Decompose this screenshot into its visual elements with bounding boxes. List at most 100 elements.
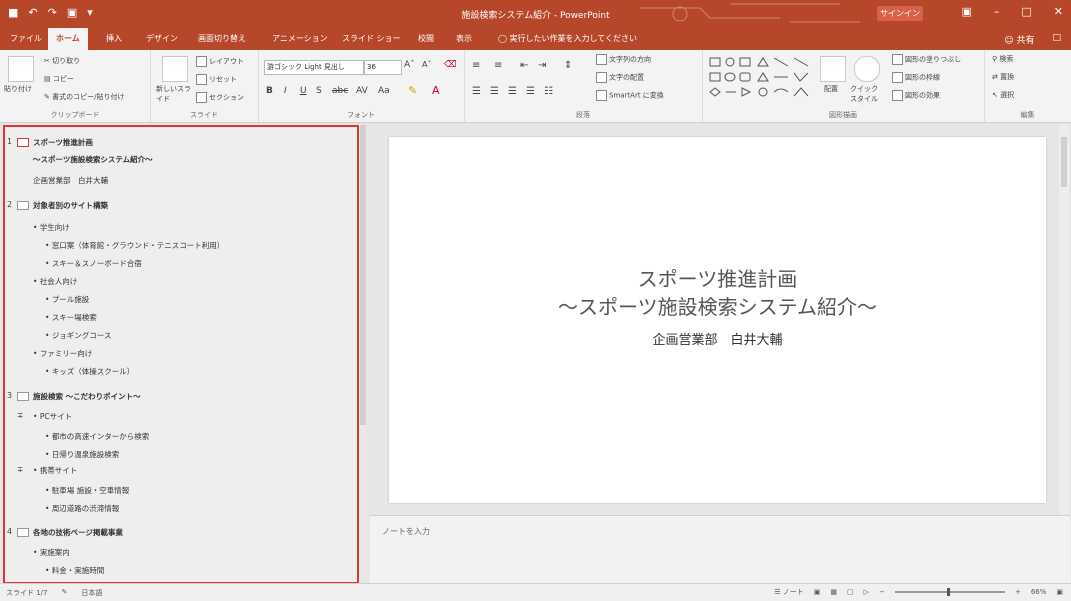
tab-insert[interactable]: 挿入 (106, 33, 122, 44)
replace-button[interactable]: ⇄ 置換 (992, 72, 1014, 82)
tell-me-box[interactable]: ◯ 実行したい作業を入力してください (498, 33, 637, 44)
shadow-icon[interactable]: S (316, 86, 322, 96)
shapes-gallery-icon[interactable] (708, 56, 812, 102)
shape-outline-button[interactable]: 図形の枠線 (892, 72, 940, 83)
arrange-icon[interactable] (820, 56, 846, 82)
outline-item[interactable]: • 料金・実施時間 (45, 565, 104, 576)
zoom-level[interactable]: 66% (1031, 588, 1047, 596)
italic-icon[interactable]: I (284, 86, 287, 96)
minimize-icon[interactable]: – (994, 5, 1000, 18)
change-case-icon[interactable]: Aa (378, 86, 390, 96)
collapse-icon[interactable]: ∓ (17, 411, 23, 420)
select-button[interactable]: ↖ 選択 (992, 90, 1014, 100)
outline-item[interactable]: • 周辺道路の渋滞情報 (45, 503, 119, 514)
justify-icon[interactable]: ☰ (526, 86, 535, 97)
highlight-icon[interactable]: ✎ (408, 84, 417, 97)
maximize-icon[interactable]: □ (1021, 5, 1031, 18)
outline-item[interactable]: スポーツ推進計画 (33, 137, 93, 148)
new-slide-button[interactable]: 新しいスライド (156, 84, 196, 104)
font-color-icon[interactable]: A (432, 84, 440, 97)
arrange-button[interactable]: 配置 (824, 84, 838, 94)
outline-slide-icon[interactable] (17, 201, 29, 210)
outline-item[interactable]: • スキー場検索 (45, 312, 97, 323)
share-button[interactable]: ☺ 共有 (1004, 33, 1034, 46)
outline-item[interactable]: • 駐車場 施設・空車情報 (45, 485, 129, 496)
slide-sorter-icon[interactable]: ▦ (830, 588, 837, 596)
outline-item[interactable]: 施設検索 ～こだわりポイント～ (33, 391, 141, 402)
outline-slide-icon[interactable] (17, 138, 29, 147)
tab-animations[interactable]: アニメーション (272, 33, 328, 44)
close-icon[interactable]: ✕ (1054, 5, 1063, 18)
slide-subtitle[interactable]: 企画営業部 白井大輔 (389, 329, 1046, 348)
reading-view-icon[interactable]: ▢ (847, 588, 854, 596)
align-right-icon[interactable]: ☰ (508, 86, 517, 97)
outline-item[interactable]: • 携帯サイト (33, 465, 77, 476)
tab-slideshow[interactable]: スライド ショー (342, 33, 401, 44)
slide-canvas[interactable]: スポーツ推進計画 ～スポーツ施設検索システム紹介～ 企画営業部 白井大輔 (389, 137, 1046, 503)
notes-toggle[interactable]: ☰ ノート (774, 587, 804, 597)
align-text-button[interactable]: 文字の配置 (596, 72, 644, 83)
spacing-icon[interactable]: AV (356, 86, 368, 96)
language-indicator[interactable]: 日本語 (81, 588, 102, 598)
zoom-out-icon[interactable]: − (879, 588, 885, 596)
increase-indent-icon[interactable]: ⇥ (538, 60, 546, 71)
outline-item[interactable]: • 都市の高速インターから検索 (45, 431, 149, 442)
outline-pane[interactable]: 1 スポーツ推進計画 ～スポーツ施設検索システム紹介～ 企画営業部 白井大輔 2… (3, 125, 359, 584)
outline-scroll-thumb[interactable] (360, 125, 366, 425)
outline-item[interactable]: • 社会人向け (33, 276, 77, 287)
outline-item[interactable]: • 窓口案（体育館・グラウンド・テニスコート利用） (45, 240, 224, 251)
ribbon-display-icon[interactable]: ▣ (961, 5, 971, 18)
outline-item[interactable]: • 学生向け (33, 222, 70, 233)
notes-placeholder[interactable]: ノートを入力 (382, 526, 430, 537)
bullets-icon[interactable]: ≡ (472, 60, 480, 71)
align-center-icon[interactable]: ☰ (490, 86, 499, 97)
layout-button[interactable]: レイアウト (196, 56, 244, 67)
paste-button[interactable]: 貼り付け (4, 84, 32, 94)
grow-font-icon[interactable]: Aˆ (404, 60, 415, 70)
find-button[interactable]: ⚲ 検索 (992, 54, 1013, 64)
zoom-slider[interactable] (894, 588, 1005, 596)
fit-to-window-icon[interactable]: ▣ (1056, 588, 1063, 596)
align-left-icon[interactable]: ☰ (472, 86, 481, 97)
outline-item[interactable]: • PCサイト (33, 411, 72, 422)
slideshow-view-icon[interactable]: ▷ (864, 588, 869, 596)
quick-styles-button[interactable]: クイック スタイル (850, 84, 884, 104)
spellcheck-icon[interactable]: ✎ (62, 588, 68, 598)
numbering-icon[interactable]: ≡ (494, 60, 502, 71)
outline-item[interactable]: • キッズ（体操スクール） (45, 366, 134, 377)
clear-format-icon[interactable]: ⌫ (444, 60, 457, 70)
comments-icon[interactable]: □ (1052, 33, 1061, 46)
shape-fill-button[interactable]: 図形の塗りつぶし (892, 54, 961, 65)
outline-item[interactable]: • プール施設 (45, 294, 89, 305)
font-size-box[interactable]: 36 (364, 60, 402, 75)
cut-button[interactable]: ✂ 切り取り (44, 56, 80, 66)
copy-button[interactable]: ▤ コピー (44, 74, 74, 84)
quick-styles-icon[interactable] (854, 56, 880, 82)
line-spacing-icon[interactable]: ⇕ (564, 60, 572, 71)
columns-icon[interactable]: ☷ (544, 86, 553, 97)
smartart-button[interactable]: SmartArt に変換 (596, 90, 664, 101)
paste-icon[interactable] (8, 56, 34, 82)
outline-item[interactable]: • ファミリー向け (33, 348, 92, 359)
outline-item[interactable]: 企画営業部 白井大輔 (33, 175, 108, 186)
underline-icon[interactable]: U (300, 86, 307, 96)
notes-pane[interactable]: ノートを入力 (370, 515, 1070, 584)
zoom-slider-thumb[interactable] (946, 588, 950, 596)
signin-button[interactable]: サインイン (877, 6, 923, 21)
slide-title-line1[interactable]: スポーツ推進計画 (389, 265, 1046, 293)
outline-slide-icon[interactable] (17, 392, 29, 401)
normal-view-icon[interactable]: ▣ (814, 588, 821, 596)
outline-item[interactable]: 対象者別のサイト構築 (33, 200, 108, 211)
bold-icon[interactable]: B (266, 86, 273, 96)
slide-scroll-thumb[interactable] (1061, 137, 1067, 187)
shape-effects-button[interactable]: 図形の効果 (892, 90, 940, 101)
zoom-in-icon[interactable]: + (1015, 588, 1021, 596)
outline-item[interactable]: ～スポーツ施設検索システム紹介～ (33, 154, 153, 165)
slide-scrollbar[interactable] (1059, 125, 1069, 515)
outline-item[interactable]: 各地の技術ページ掲載事業 (33, 527, 123, 538)
tab-home[interactable]: ホーム (48, 28, 88, 50)
tab-view[interactable]: 表示 (456, 33, 472, 44)
text-direction-button[interactable]: 文字列の方向 (596, 54, 651, 65)
outline-scrollbar[interactable] (359, 125, 367, 580)
tab-review[interactable]: 校閲 (418, 33, 434, 44)
